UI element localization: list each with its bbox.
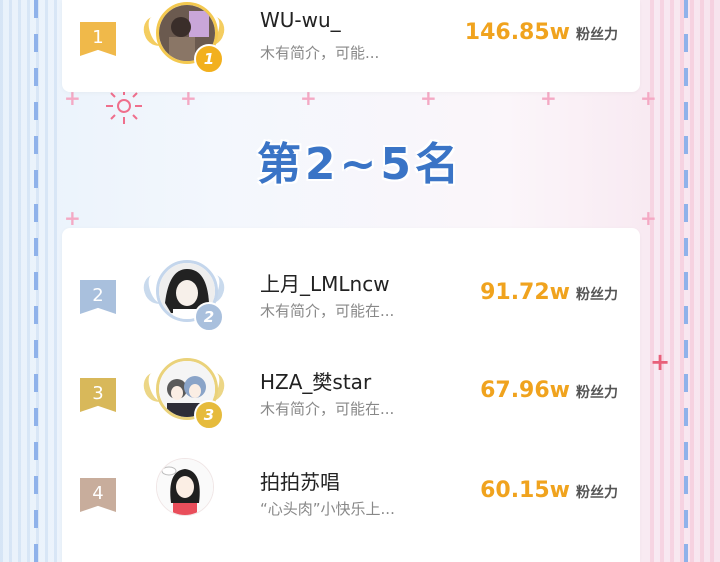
user-description: 木有简介，可能... — [260, 44, 380, 62]
rank-1-card: 1 1 WU-wu_ 木有简介，可能... 146.85w 粉丝力 — [62, 0, 640, 92]
plus-decoration: + — [650, 348, 671, 376]
fans-stat: 67.96w 粉丝力 — [480, 378, 618, 403]
ranking-row[interactable]: 4 拍拍苏唱 “心头肉”小快乐上... 60.15w 粉丝力 — [62, 454, 640, 534]
plus-decoration: + — [64, 206, 81, 230]
rank-badge: 2 — [80, 280, 116, 314]
user-name[interactable]: HZA_樊star — [260, 366, 371, 395]
fans-count: 91.72w — [480, 280, 570, 305]
background-stripes-left — [0, 0, 60, 562]
avatar-frame[interactable]: 1 — [139, 2, 229, 78]
avatar-frame[interactable]: 3 — [139, 358, 229, 434]
user-name[interactable]: WU-wu_ — [260, 8, 341, 32]
fans-stat: 60.15w 粉丝力 — [480, 478, 618, 503]
fans-count: 60.15w — [480, 478, 570, 503]
decorative-dashed-line-left — [34, 0, 38, 562]
plus-decoration: + — [640, 206, 657, 230]
rank-coin: 3 — [194, 400, 224, 430]
ranking-row[interactable]: 1 1 WU-wu_ 木有简介，可能... 146.85w 粉丝力 — [62, 0, 640, 80]
ranking-list-card: 2 2 上月_LMLncw 木有简介，可能在... 91.72w 粉丝力 3 3… — [62, 228, 640, 562]
fans-stat: 146.85w 粉丝力 — [465, 20, 618, 45]
section-title: 第2~5名 — [256, 139, 464, 190]
avatar-frame[interactable]: 2 — [139, 260, 229, 336]
plus-decoration: + — [640, 86, 657, 110]
user-description: “心头肉”小快乐上... — [260, 500, 395, 518]
fans-unit: 粉丝力 — [576, 287, 618, 303]
rank-coin: 2 — [194, 302, 224, 332]
ranking-row[interactable]: 2 2 上月_LMLncw 木有简介，可能在... 91.72w 粉丝力 — [62, 256, 640, 336]
fans-count: 67.96w — [480, 378, 570, 403]
user-name[interactable]: 上月_LMLncw — [260, 268, 390, 297]
user-description: 木有简介，可能在... — [260, 400, 395, 418]
rank-badge: 4 — [80, 478, 116, 512]
user-name[interactable]: 拍拍苏唱 — [260, 466, 340, 495]
rank-badge: 3 — [80, 378, 116, 412]
ranking-row[interactable]: 3 3 HZA_樊star 木有简介，可能在... 67.96w 粉丝力 — [62, 354, 640, 434]
decorative-dashed-line-right — [684, 0, 688, 562]
rank-coin: 1 — [194, 44, 224, 74]
user-description: 木有简介，可能在... — [260, 302, 395, 320]
fans-stat: 91.72w 粉丝力 — [480, 280, 618, 305]
fans-unit: 粉丝力 — [576, 385, 618, 401]
rank-badge: 1 — [80, 22, 116, 56]
sparkle-icon — [106, 88, 142, 124]
fans-unit: 粉丝力 — [576, 485, 618, 501]
fans-unit: 粉丝力 — [576, 27, 618, 43]
avatar[interactable] — [156, 458, 214, 516]
fans-count: 146.85w — [464, 20, 570, 45]
avatar-frame[interactable] — [144, 458, 224, 534]
